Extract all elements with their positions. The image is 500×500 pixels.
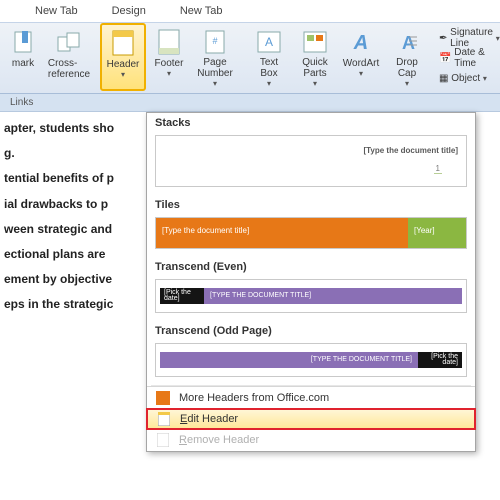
sigline-label: Signature Line <box>450 27 493 49</box>
datetime-label: Date & Time <box>454 47 500 69</box>
dropcap-label: Drop Cap <box>396 57 418 79</box>
svg-text:A: A <box>353 32 368 53</box>
teven-title-placeholder: [TYPE THE DOCUMENT TITLE] <box>204 288 462 304</box>
object-label: Object <box>451 73 480 84</box>
svg-text:A: A <box>402 33 415 53</box>
chevron-down-icon: ▾ <box>313 79 317 88</box>
dropcap-button[interactable]: A Drop Cap ▾ <box>384 23 430 91</box>
gallery-heading-tiles: Tiles <box>147 195 475 213</box>
tiles-year-placeholder: [Year] <box>408 218 466 248</box>
datetime-button[interactable]: 📅 Date & Time <box>434 48 500 68</box>
tab-newtab-2[interactable]: New Tab <box>163 0 240 22</box>
stacks-title-placeholder: [Type the document title] <box>363 146 458 155</box>
object-icon: ▦ <box>439 73 448 84</box>
header-icon <box>109 29 137 57</box>
menu-edit-label: EEdit Headerdit Header <box>180 413 238 425</box>
crossref-icon <box>55 28 83 56</box>
datetime-icon: 📅 <box>439 53 451 64</box>
header-label: Header <box>107 59 140 70</box>
bookmark-button[interactable]: mark <box>0 23 46 91</box>
tab-newtab-1[interactable]: New Tab <box>18 0 95 22</box>
signature-icon: ✒ <box>439 33 447 44</box>
menu-more-headers[interactable]: More Headers from Office.com <box>147 387 475 409</box>
chevron-down-icon: ▾ <box>405 79 409 88</box>
chevron-down-icon: ▾ <box>267 79 271 88</box>
object-button[interactable]: ▦ Object ▾ <box>434 68 500 88</box>
gallery-item-tiles[interactable]: [Type the document title] [Year] <box>155 217 467 249</box>
svg-text:#: # <box>212 36 217 46</box>
dropcap-icon: A <box>393 28 421 55</box>
svg-text:A: A <box>265 35 273 49</box>
crossref-button[interactable]: Cross-reference <box>46 23 92 91</box>
wordart-icon: A <box>347 28 375 56</box>
header-button[interactable]: Header ▾ <box>100 23 146 91</box>
page-icon <box>156 411 172 427</box>
tiles-title-placeholder: [Type the document title] <box>156 218 408 248</box>
footer-button[interactable]: Footer ▾ <box>146 23 192 91</box>
tab-design[interactable]: Design <box>95 0 163 22</box>
gallery-item-transcend-odd[interactable]: [TYPE THE DOCUMENT TITLE] [Pick the date… <box>155 343 467 377</box>
office-icon <box>155 390 171 406</box>
header-menu: More Headers from Office.com EEdit Heade… <box>147 386 475 451</box>
bookmark-icon <box>9 28 37 56</box>
chevron-down-icon: ▾ <box>121 70 125 79</box>
links-group-label: Links <box>0 94 500 112</box>
gallery-heading-stacks: Stacks <box>147 113 475 131</box>
textbox-icon: A <box>255 28 283 55</box>
pagenum-button[interactable]: # Page Number ▾ <box>192 23 238 91</box>
ribbon: mark Cross-reference Header ▾ Footer ▾ #… <box>0 22 500 94</box>
footer-label: Footer <box>155 58 184 69</box>
gallery-heading-transcend-odd: Transcend (Odd Page) <box>147 321 475 339</box>
quickparts-icon <box>301 28 329 55</box>
wordart-label: WordArt <box>343 58 380 69</box>
header-gallery-panel: Stacks [Type the document title] 1 Tiles… <box>146 112 476 452</box>
textbox-button[interactable]: A Text Box ▾ <box>246 23 292 91</box>
menu-edit-header[interactable]: EEdit Headerdit Header <box>146 408 476 430</box>
page-icon <box>155 432 171 448</box>
stacks-page-number: 1 <box>434 164 442 174</box>
menu-more-label: More Headers from Office.com <box>179 392 329 404</box>
wordart-button[interactable]: A WordArt ▾ <box>338 23 384 91</box>
chevron-down-icon: ▾ <box>213 79 217 88</box>
gallery-item-transcend-even[interactable]: [Pick the date] [TYPE THE DOCUMENT TITLE… <box>155 279 467 313</box>
chevron-down-icon: ▾ <box>359 69 363 78</box>
menu-remove-header[interactable]: Remove HeaderRemove Header <box>147 429 475 451</box>
teven-date-placeholder: [Pick the date] <box>160 288 204 304</box>
pagenum-icon: # <box>201 28 229 55</box>
gallery-heading-transcend-even: Transcend (Even) <box>147 257 475 275</box>
crossref-label: Cross-reference <box>48 58 90 80</box>
tab-bar: New Tab Design New Tab <box>0 0 500 22</box>
gallery-item-stacks[interactable]: [Type the document title] 1 <box>155 135 467 187</box>
chevron-down-icon: ▾ <box>167 69 171 78</box>
sigline-button[interactable]: ✒ Signature Line ▾ <box>434 28 500 48</box>
bookmark-label: mark <box>12 58 34 69</box>
pagenum-label: Page Number <box>197 57 233 79</box>
textbox-label: Text Box <box>260 57 278 79</box>
menu-remove-label: Remove HeaderRemove Header <box>179 434 259 446</box>
footer-icon <box>155 28 183 56</box>
quickparts-button[interactable]: Quick Parts ▾ <box>292 23 338 91</box>
quickparts-label: Quick Parts <box>302 57 328 79</box>
todd-date-placeholder: [Pick the date] <box>418 352 462 368</box>
todd-title-placeholder: [TYPE THE DOCUMENT TITLE] <box>160 352 418 368</box>
